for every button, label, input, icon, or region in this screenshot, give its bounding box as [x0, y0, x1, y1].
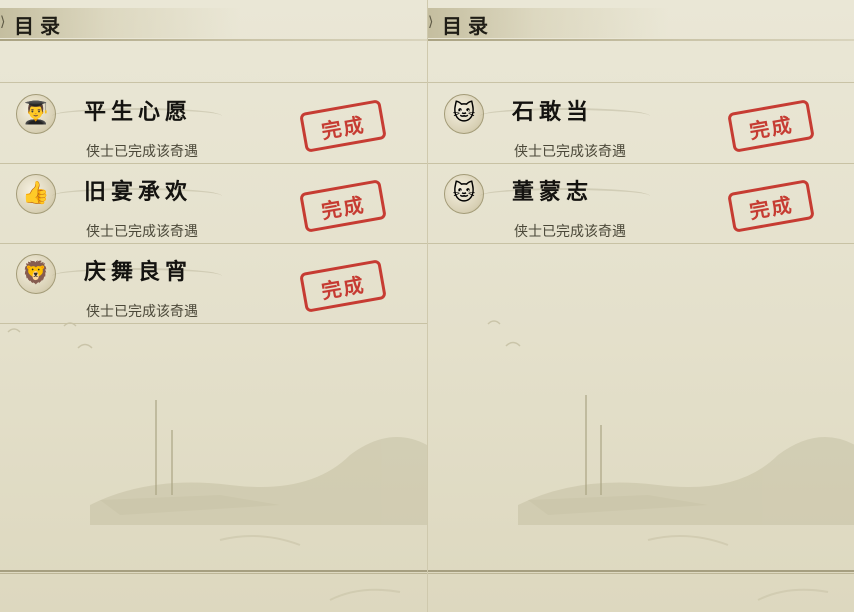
toc-title: 目录 [442, 14, 494, 38]
header-notch-icon: ⟩ [428, 14, 434, 30]
header-notch-icon: ⟩ [0, 14, 6, 30]
encounter-entry[interactable]: 👍 旧宴承欢 侠士已完成该奇遇 完成 [0, 164, 427, 244]
completed-stamp: 完成 [299, 259, 387, 313]
toc-header: ⟩ 目录 [428, 8, 668, 38]
thumbs-up-icon: 👍 [16, 174, 56, 214]
scholar-avatar-icon: 👨‍🎓 [16, 94, 56, 134]
cat-avatar-icon: 🐱 [444, 174, 484, 214]
right-panel: ⟩ 目录 🐱 石敢当 侠士已完成该奇遇 完成 🐱 董蒙志 侠士已完成该奇遇 完成 [427, 0, 854, 612]
encounter-list: 👨‍🎓 平生心愿 侠士已完成该奇遇 完成 👍 旧宴承欢 侠士已完成该奇遇 完成 … [0, 84, 427, 324]
list-top-divider [0, 82, 427, 83]
encounter-status: 侠士已完成该奇遇 [86, 144, 198, 160]
encounter-name: 庆舞良宵 [84, 259, 193, 285]
toc-title: 目录 [14, 14, 66, 38]
footer-divider [428, 570, 854, 574]
encounter-name: 平生心愿 [84, 99, 193, 125]
encounter-list: 🐱 石敢当 侠士已完成该奇遇 完成 🐱 董蒙志 侠士已完成该奇遇 完成 [428, 84, 854, 244]
encounter-entry[interactable]: 👨‍🎓 平生心愿 侠士已完成该奇遇 完成 [0, 84, 427, 164]
encounter-entry[interactable]: 🐱 董蒙志 侠士已完成该奇遇 完成 [428, 164, 854, 244]
encounter-name: 董蒙志 [512, 179, 594, 205]
cat-avatar-icon: 🐱 [444, 94, 484, 134]
encounter-entry[interactable]: 🐱 石敢当 侠士已完成该奇遇 完成 [428, 84, 854, 164]
encounter-status: 侠士已完成该奇遇 [514, 224, 626, 240]
completed-stamp: 完成 [727, 99, 815, 153]
encounter-status: 侠士已完成该奇遇 [86, 224, 198, 240]
encounter-status: 侠士已完成该奇遇 [86, 304, 198, 320]
completed-stamp: 完成 [299, 179, 387, 233]
encounter-entry[interactable]: 🦁 庆舞良宵 侠士已完成该奇遇 完成 [0, 244, 427, 324]
header-divider [0, 39, 427, 41]
footer-divider [0, 570, 427, 574]
toc-header: ⟩ 目录 [0, 8, 240, 38]
list-top-divider [428, 82, 854, 83]
lion-dance-icon: 🦁 [16, 254, 56, 294]
completed-stamp: 完成 [727, 179, 815, 233]
left-panel: ⟩ 目录 👨‍🎓 平生心愿 侠士已完成该奇遇 完成 👍 旧宴承欢 侠士已完成该奇… [0, 0, 427, 612]
completed-stamp: 完成 [299, 99, 387, 153]
encounter-name: 石敢当 [512, 99, 594, 125]
header-divider [428, 39, 854, 41]
encounter-status: 侠士已完成该奇遇 [514, 144, 626, 160]
encounter-name: 旧宴承欢 [84, 179, 193, 205]
